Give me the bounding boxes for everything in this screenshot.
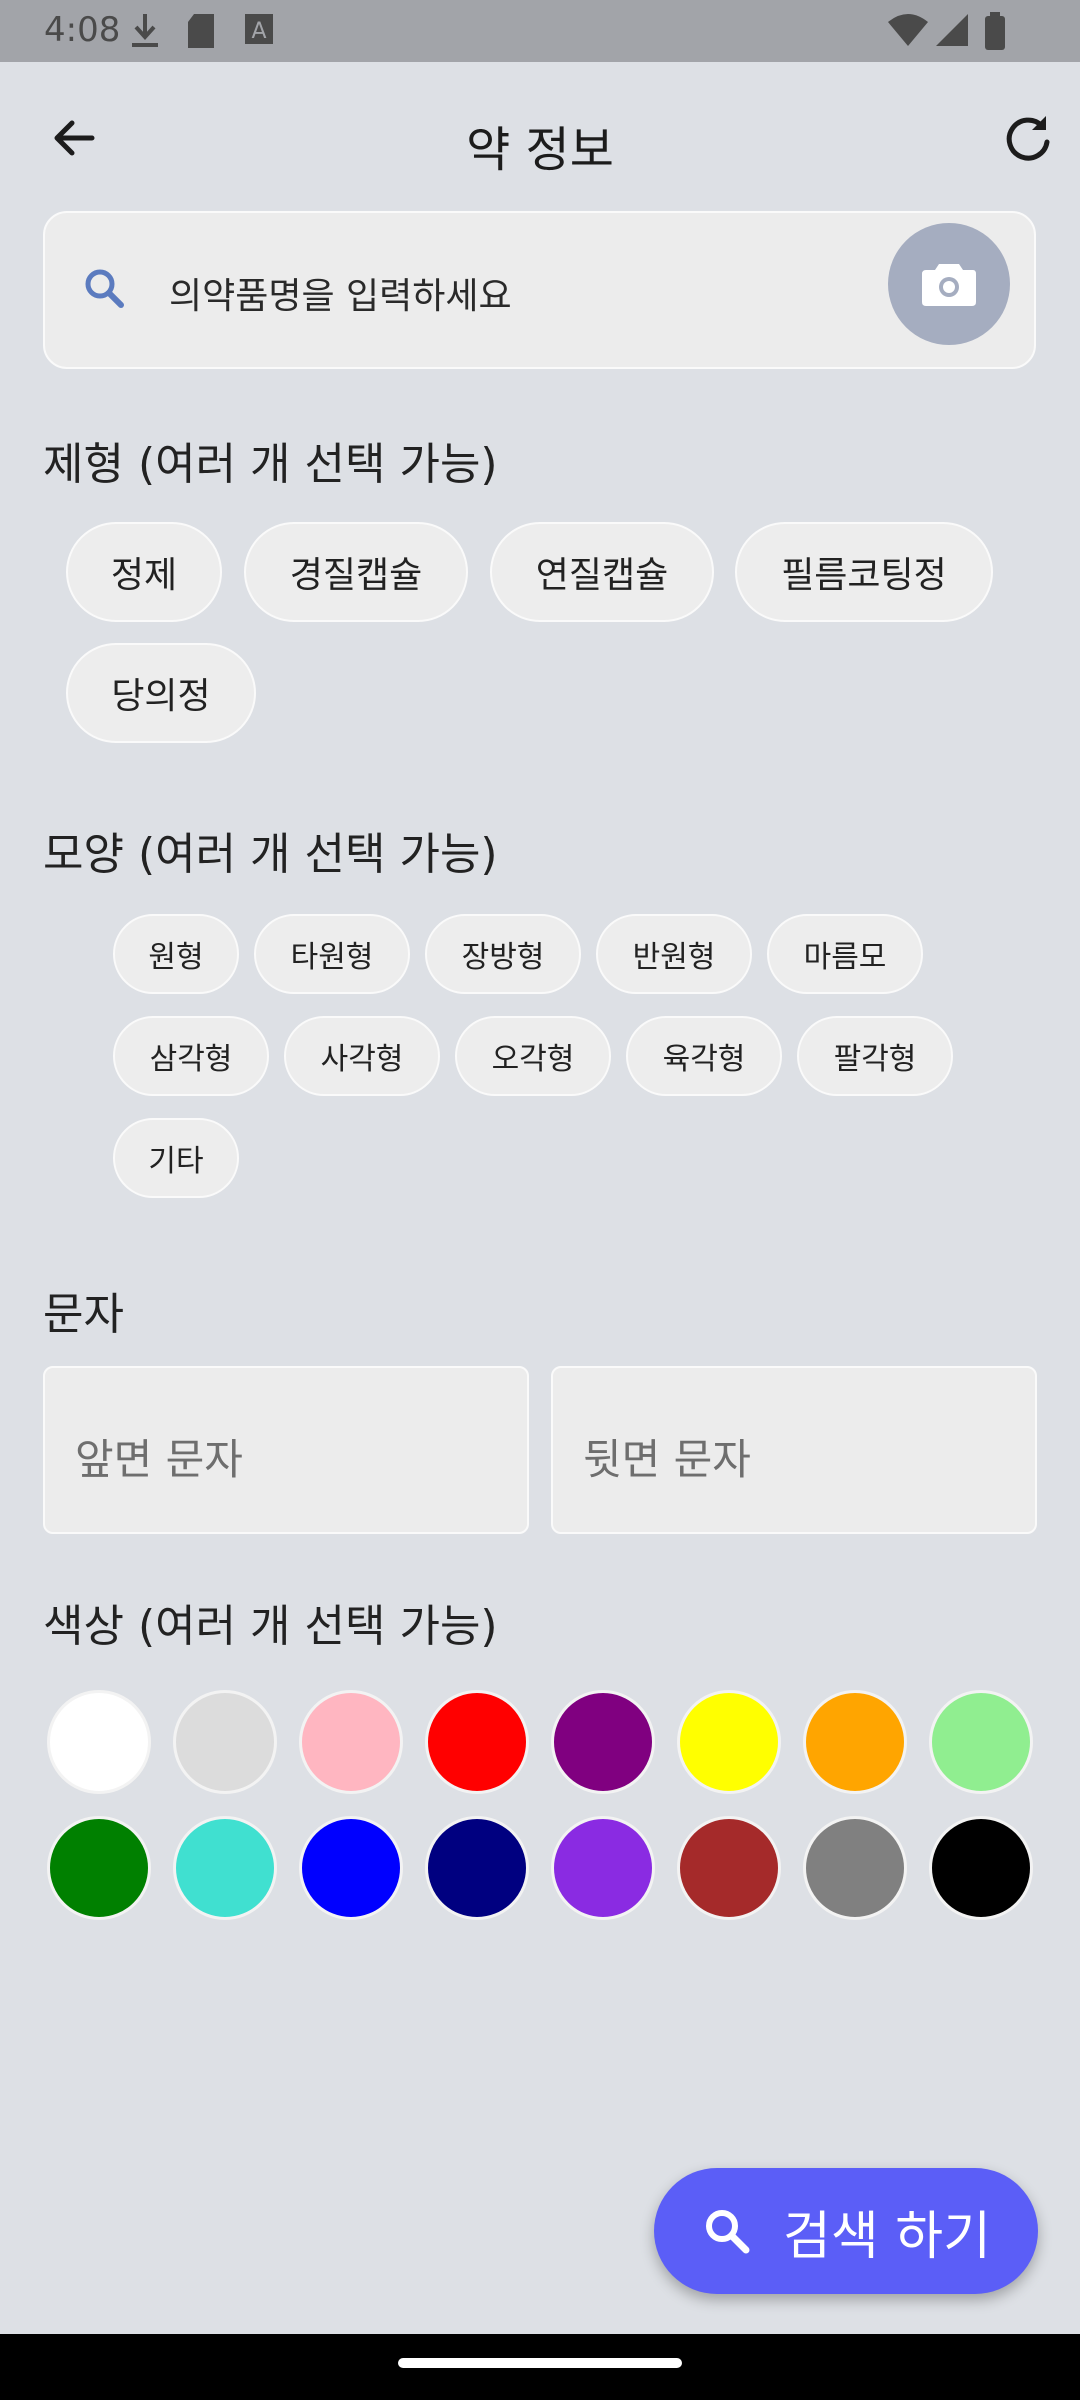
chip-shape[interactable]: 육각형: [626, 1016, 782, 1096]
status-bar: 4:08 A: [0, 0, 1080, 62]
camera-icon: [922, 264, 976, 306]
color-swatch[interactable]: [299, 1816, 403, 1920]
sd-card-icon: [188, 14, 214, 48]
chip-dosage-form[interactable]: 필름코팅정: [735, 522, 993, 622]
color-swatch[interactable]: [173, 1816, 277, 1920]
search-fab[interactable]: 검색 하기: [654, 2168, 1038, 2294]
dosage-form-title: 제형 (여러 개 선택 가능): [43, 439, 498, 490]
refresh-icon: [1006, 116, 1050, 161]
search-icon: [85, 269, 124, 308]
download-icon: [132, 14, 158, 47]
search-fab-label: 검색 하기: [783, 2206, 991, 2267]
chip-shape[interactable]: 장방형: [425, 914, 581, 994]
color-swatch[interactable]: [425, 1816, 529, 1920]
chip-shape[interactable]: 원형: [113, 914, 239, 994]
page-title: 약 정보: [466, 122, 614, 178]
color-title: 색상 (여러 개 선택 가능): [43, 1601, 498, 1652]
chip-shape[interactable]: 삼각형: [113, 1016, 269, 1096]
color-swatch[interactable]: [47, 1816, 151, 1920]
chip-dosage-form[interactable]: 경질캡슐: [244, 522, 468, 622]
navigation-bar: [0, 2334, 1080, 2400]
wifi-icon: [888, 14, 928, 46]
home-handle[interactable]: [398, 2358, 682, 2368]
status-time: 4:08: [44, 10, 121, 50]
chip-shape[interactable]: 타원형: [254, 914, 410, 994]
chip-shape[interactable]: 사각형: [284, 1016, 440, 1096]
back-imprint-placeholder: 뒷면 문자: [583, 1435, 751, 1484]
chip-dosage-form[interactable]: 정제: [66, 522, 222, 622]
color-swatch[interactable]: [803, 1690, 907, 1794]
chip-dosage-form[interactable]: 당의정: [66, 643, 256, 743]
chip-dosage-form[interactable]: 연질캡슐: [490, 522, 714, 622]
chip-shape[interactable]: 반원형: [596, 914, 752, 994]
color-swatch[interactable]: [551, 1816, 655, 1920]
shape-title: 모양 (여러 개 선택 가능): [43, 829, 498, 880]
signal-icon: [936, 14, 968, 46]
color-swatch[interactable]: [425, 1690, 529, 1794]
chip-shape[interactable]: 오각형: [455, 1016, 611, 1096]
imprint-title: 문자: [43, 1289, 124, 1340]
color-swatch[interactable]: [803, 1816, 907, 1920]
svg-text:A: A: [251, 19, 266, 44]
color-swatch[interactable]: [299, 1690, 403, 1794]
battery-icon: [985, 12, 1005, 50]
search-input[interactable]: 의약품명을 입력하세요: [169, 267, 512, 319]
color-swatch[interactable]: [929, 1816, 1033, 1920]
font-a-icon: A: [245, 14, 273, 44]
color-swatch[interactable]: [677, 1816, 781, 1920]
search-icon: [701, 2205, 753, 2257]
color-swatch[interactable]: [677, 1690, 781, 1794]
front-imprint-placeholder: 앞면 문자: [75, 1435, 243, 1484]
chip-shape[interactable]: 기타: [113, 1118, 239, 1198]
chip-shape[interactable]: 팔각형: [797, 1016, 953, 1096]
back-imprint-field[interactable]: 뒷면 문자: [551, 1366, 1037, 1534]
color-swatch[interactable]: [929, 1690, 1033, 1794]
camera-button[interactable]: [888, 223, 1010, 345]
search-bar[interactable]: 의약품명을 입력하세요: [43, 211, 1036, 369]
app-bar: 약 정보: [0, 62, 1080, 212]
chip-shape[interactable]: 마름모: [767, 914, 923, 994]
color-swatch[interactable]: [173, 1690, 277, 1794]
front-imprint-field[interactable]: 앞면 문자: [43, 1366, 529, 1534]
refresh-button[interactable]: [988, 98, 1068, 178]
color-swatch[interactable]: [551, 1690, 655, 1794]
color-swatch[interactable]: [47, 1690, 151, 1794]
